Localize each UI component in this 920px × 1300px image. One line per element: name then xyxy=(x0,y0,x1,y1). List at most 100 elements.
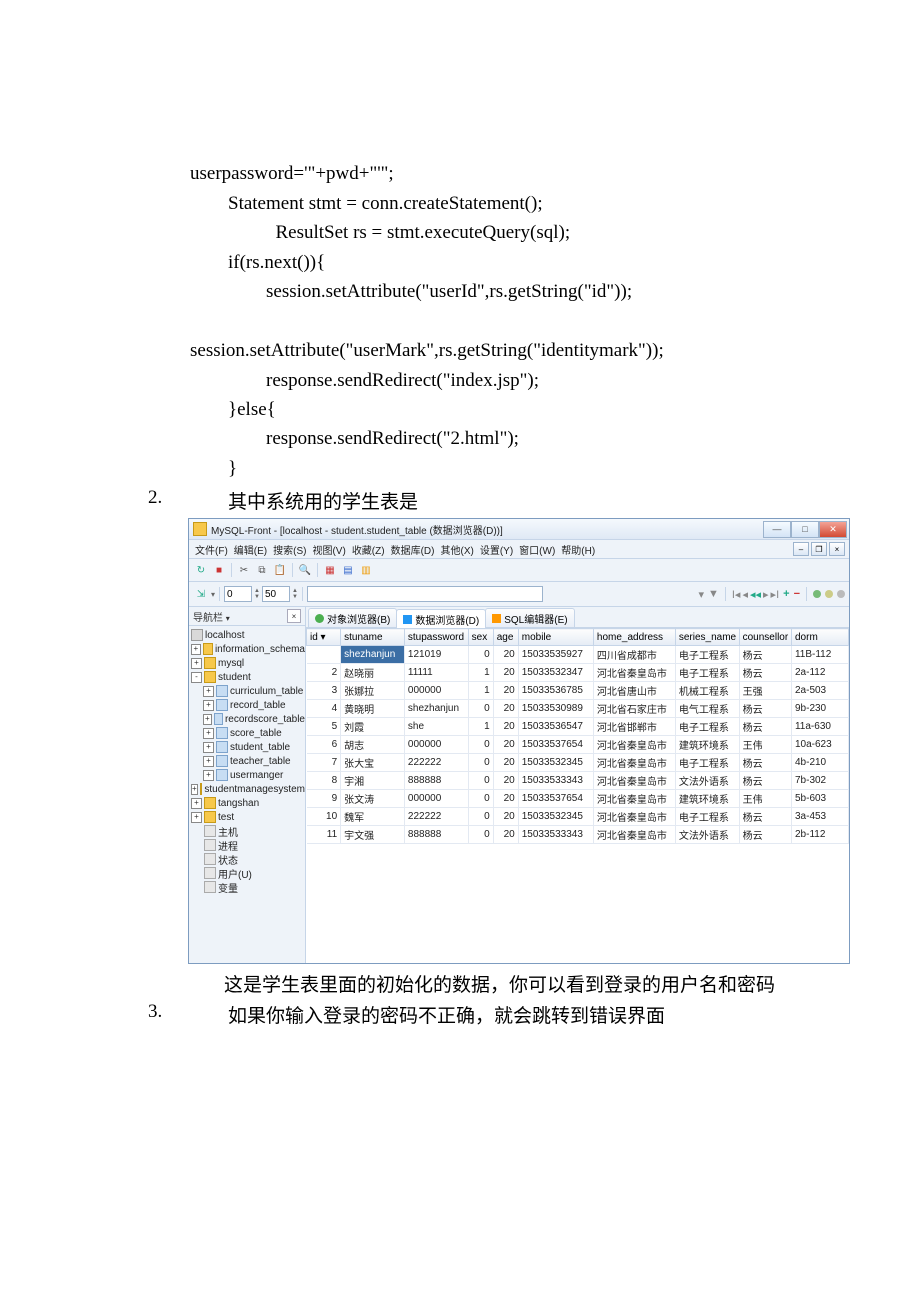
table-row[interactable]: 4黄晓明shezhanjun02015033530989河北省石家庄市电气工程系… xyxy=(307,700,849,718)
tree-expand-icon[interactable]: + xyxy=(203,714,212,725)
data-grid[interactable]: id ▾stunamestupasswordsexagemobilehome_a… xyxy=(306,628,849,963)
tree-node[interactable]: 变量 xyxy=(189,880,305,894)
column-header[interactable]: sex xyxy=(468,629,493,646)
spinner-down-icon[interactable]: ▼ xyxy=(254,594,260,600)
menu-item[interactable]: 其他(X) xyxy=(438,542,475,557)
close-button[interactable]: ✕ xyxy=(819,521,847,538)
tree-node[interactable]: +curriculum_table xyxy=(189,684,305,698)
tree-node[interactable]: +recordscore_table xyxy=(189,712,305,726)
menu-item[interactable]: 文件(F) xyxy=(193,542,230,557)
stop-icon[interactable]: ■ xyxy=(211,562,227,578)
menu-item[interactable]: 数据库(D) xyxy=(389,542,437,557)
column-header[interactable]: mobile xyxy=(518,629,593,646)
page-from-input[interactable]: 0 xyxy=(224,586,252,602)
tab-sql-editor[interactable]: SQL编辑器(E) xyxy=(485,608,574,627)
column-header[interactable]: counsellor xyxy=(739,629,791,646)
tree-node[interactable]: +test xyxy=(189,810,305,824)
tree-expand-icon[interactable]: + xyxy=(191,812,202,823)
tree-node[interactable]: +teacher_table xyxy=(189,754,305,768)
minimize-button[interactable]: — xyxy=(763,521,791,538)
table-row[interactable]: 7张大宝22222202015033532345河北省秦皇岛市电子工程系杨云4b… xyxy=(307,754,849,772)
maximize-button[interactable]: □ xyxy=(791,521,819,538)
view3-icon[interactable]: ▥ xyxy=(358,562,374,578)
column-header[interactable]: home_address xyxy=(593,629,675,646)
nav-fastprev-icon[interactable]: ◂◂ xyxy=(750,588,761,601)
funnel-icon[interactable]: ▼ xyxy=(708,588,719,600)
dropdown-icon[interactable]: ▾ xyxy=(226,614,230,623)
tree-node[interactable]: +mysql xyxy=(189,656,305,670)
tree-node[interactable]: +information_schema xyxy=(189,642,305,656)
column-header[interactable]: stupassword xyxy=(404,629,468,646)
table-row[interactable]: 6胡志00000002015033537654河北省秦皇岛市建筑环境系王伟10a… xyxy=(307,736,849,754)
tab-data-browser[interactable]: 数据浏览器(D) xyxy=(396,609,486,628)
remove-icon[interactable]: − xyxy=(794,588,800,600)
mdi-close-button[interactable]: × xyxy=(829,542,845,556)
table-row[interactable]: 5刘霞she12015033536547河北省邯郸市电子工程系杨云11a-630 xyxy=(307,718,849,736)
nav-prev-icon[interactable]: ◂ xyxy=(742,588,748,601)
nav-first-icon[interactable]: І◂ xyxy=(732,588,741,601)
tree-node[interactable]: +usermanger xyxy=(189,768,305,782)
tree-node[interactable]: -student xyxy=(189,670,305,684)
menu-item[interactable]: 设置(Y) xyxy=(478,542,515,557)
view2-icon[interactable]: ▤ xyxy=(340,562,356,578)
table-row[interactable]: shezhanjun12101902015033535927四川省成都市电子工程… xyxy=(307,646,849,664)
sidebar-close-button[interactable]: × xyxy=(287,609,301,623)
tree-node[interactable]: +score_table xyxy=(189,726,305,740)
mdi-minimize-button[interactable]: – xyxy=(793,542,809,556)
column-header[interactable]: stuname xyxy=(341,629,405,646)
tree-expand-icon[interactable]: + xyxy=(203,742,214,753)
filter-dropdown-icon[interactable]: ▾ xyxy=(698,588,704,601)
table-row[interactable]: 2赵晓丽1111112015033532347河北省秦皇岛市电子工程系杨云2a-… xyxy=(307,664,849,682)
tree-expand-icon[interactable]: + xyxy=(203,756,214,767)
tree-expand-icon[interactable]: + xyxy=(191,798,202,809)
column-header[interactable]: id ▾ xyxy=(307,629,341,646)
paste-icon[interactable]: 📋 xyxy=(272,562,288,578)
refresh-icon[interactable]: ↻ xyxy=(193,562,209,578)
tab-object-browser[interactable]: 对象浏览器(B) xyxy=(308,608,397,627)
export-icon[interactable]: ⇲ xyxy=(193,586,209,602)
menu-item[interactable]: 搜索(S) xyxy=(271,542,308,557)
tree-expand-icon[interactable]: + xyxy=(203,728,214,739)
table-row[interactable]: 3张娜拉00000012015033536785河北省唐山市机械工程系王强2a-… xyxy=(307,682,849,700)
search-icon[interactable]: 🔍 xyxy=(297,562,313,578)
nav-next-icon[interactable]: ▸ xyxy=(763,588,769,601)
column-header[interactable]: series_name xyxy=(675,629,739,646)
tree-node[interactable]: +record_table xyxy=(189,698,305,712)
tree-node[interactable]: 用户(U) xyxy=(189,866,305,880)
tree-node[interactable]: +student_table xyxy=(189,740,305,754)
tree-expand-icon[interactable]: + xyxy=(191,644,201,655)
add-icon[interactable]: + xyxy=(783,588,789,600)
tree-node[interactable]: +tangshan xyxy=(189,796,305,810)
menu-item[interactable]: 窗口(W) xyxy=(517,542,557,557)
tree-expand-icon[interactable]: + xyxy=(203,700,214,711)
table-row[interactable]: 9张文涛00000002015033537654河北省秦皇岛市建筑环境系王伟5b… xyxy=(307,790,849,808)
tree-expand-icon[interactable]: + xyxy=(191,658,202,669)
column-header[interactable]: dorm xyxy=(791,629,848,646)
view-icon[interactable]: ▦ xyxy=(322,562,338,578)
menu-item[interactable]: 帮助(H) xyxy=(559,542,597,557)
tree-node[interactable]: 状态 xyxy=(189,852,305,866)
page-size-input[interactable]: 50 xyxy=(262,586,290,602)
tree-expand-icon[interactable]: + xyxy=(203,770,214,781)
nav-last-icon[interactable]: ▸І xyxy=(771,588,780,601)
tree-node[interactable]: 主机 xyxy=(189,824,305,838)
tree-root[interactable]: localhost xyxy=(189,628,305,642)
table-row[interactable]: 11宇文强88888802015033533343河北省秦皇岛市文法外语系杨云2… xyxy=(307,826,849,844)
tree-node[interactable]: 进程 xyxy=(189,838,305,852)
filter-input[interactable] xyxy=(307,586,543,602)
menu-item[interactable]: 收藏(Z) xyxy=(350,542,387,557)
menu-item[interactable]: 视图(V) xyxy=(310,542,347,557)
copy-icon[interactable]: ⧉ xyxy=(254,562,270,578)
tree-expand-icon[interactable]: + xyxy=(203,686,214,697)
menu-item[interactable]: 编辑(E) xyxy=(232,542,269,557)
dropdown-icon[interactable]: ▾ xyxy=(211,590,215,599)
table-row[interactable]: 10魏军22222202015033532345河北省秦皇岛市电子工程系杨云3a… xyxy=(307,808,849,826)
column-header[interactable]: age xyxy=(493,629,518,646)
tree-node[interactable]: +studentmanagesystem xyxy=(189,782,305,796)
tree-expand-icon[interactable]: - xyxy=(191,672,202,683)
mdi-restore-button[interactable]: ❐ xyxy=(811,542,827,556)
tree-expand-icon[interactable]: + xyxy=(191,784,198,795)
cut-icon[interactable]: ✂ xyxy=(236,562,252,578)
spinner-down-icon[interactable]: ▼ xyxy=(292,594,298,600)
table-row[interactable]: 8宇湘88888802015033533343河北省秦皇岛市文法外语系杨云7b-… xyxy=(307,772,849,790)
